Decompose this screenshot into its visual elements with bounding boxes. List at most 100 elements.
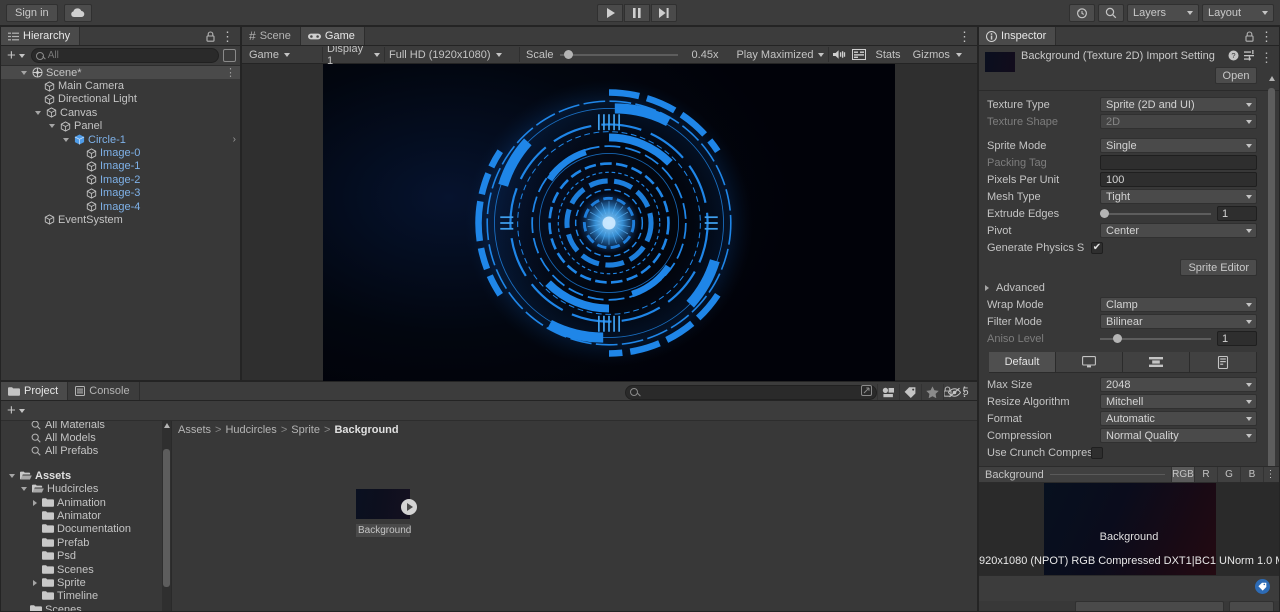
inspector-scrollbar[interactable] [1267, 76, 1276, 516]
scrollbar-thumb[interactable] [1268, 88, 1275, 488]
hierarchy-item-panel[interactable]: Panel [1, 120, 240, 133]
sprite-mode-dropdown[interactable]: Single [1100, 138, 1257, 153]
render-stats-icon[interactable] [849, 49, 869, 60]
chevron-right-icon[interactable]: › [233, 134, 236, 145]
chevron-down-icon[interactable] [49, 124, 55, 129]
asset-tile-background[interactable]: Background [356, 489, 417, 537]
project-folder-tree[interactable]: All Materials All Models All Prefabs Assets… [1, 421, 172, 611]
platform-tab-webgl[interactable] [1190, 352, 1257, 372]
project-asset-browser[interactable]: Assets > Hudcircles > Sprite > Background Back… [172, 421, 977, 611]
pause-icon[interactable] [624, 3, 650, 22]
play-icon[interactable] [597, 3, 623, 22]
breadcrumb-item-sprite[interactable]: Sprite [291, 424, 320, 436]
label-tag-icon[interactable] [1255, 579, 1270, 594]
slider-handle[interactable] [1100, 208, 1109, 218]
breadcrumb-item-hudcircles[interactable]: Hudcircles [225, 424, 276, 436]
project-tree-item-timeline[interactable]: Timeline [1, 590, 171, 603]
slider-value[interactable]: 1 [1217, 206, 1257, 221]
gizmos-button[interactable]: Gizmos [907, 49, 953, 61]
pixels-per-unit-input[interactable]: 100 [1100, 172, 1257, 187]
search-mode-icon[interactable] [861, 385, 872, 399]
project-tree-item-psd[interactable]: Psd [1, 550, 171, 563]
hierarchy-item-image-2[interactable]: Image-2 [1, 173, 240, 186]
project-tree-item-documentation[interactable]: Documentation [1, 523, 171, 536]
undo-history-icon[interactable] [1069, 3, 1095, 22]
preset-icon[interactable] [1244, 50, 1255, 64]
project-search-input[interactable] [625, 384, 877, 400]
hierarchy-item-main-camera[interactable]: Main Camera [1, 79, 240, 92]
preview-image-area[interactable]: Background 920x1080 (NPOT) RGB Compresse… [979, 483, 1279, 575]
project-tree-item-prefab[interactable]: Prefab [1, 536, 171, 549]
packing-tag-input[interactable] [1100, 155, 1257, 170]
chevron-down-icon[interactable] [63, 137, 69, 142]
hierarchy-item-eventsystem[interactable]: EventSystem [1, 213, 240, 226]
mute-audio-icon[interactable] [829, 49, 849, 60]
use-crunch-compress-checkbox[interactable] [1091, 446, 1103, 459]
search-icon[interactable] [1098, 3, 1124, 22]
project-tree-scrollbar[interactable] [162, 421, 171, 611]
chevron-right-icon[interactable] [33, 499, 37, 506]
breadcrumb[interactable]: Assets > Hudcircles > Sprite > Background [172, 421, 977, 439]
compression-dropdown[interactable]: Normal Quality [1100, 428, 1257, 443]
scrollbar-thumb[interactable] [163, 449, 170, 587]
tab-project[interactable]: Project [1, 382, 69, 400]
target-display-dropdown[interactable]: Game [245, 47, 323, 62]
aniso-level-slider[interactable]: 1 [1100, 331, 1257, 346]
kebab-menu-icon[interactable]: ⋮ [1260, 51, 1273, 64]
format-dropdown[interactable]: Automatic [1100, 411, 1257, 426]
extrude-edges-slider[interactable]: 1 [1100, 206, 1257, 221]
project-tree-item-animation[interactable]: Animation [1, 496, 171, 509]
project-tree-item-scenes[interactable]: Scenes [1, 563, 171, 576]
hidden-packages-toggle[interactable]: 5 [943, 384, 973, 400]
channel-r-button[interactable]: R [1194, 467, 1217, 482]
create-gameobject-button[interactable]: + [5, 48, 27, 63]
step-icon[interactable] [651, 3, 677, 22]
advanced-foldout[interactable]: Advanced [979, 279, 1279, 296]
hierarchy-search-input[interactable]: All [30, 48, 219, 63]
pivot-dropdown[interactable]: Center [1100, 223, 1257, 238]
chevron-down-icon[interactable] [21, 70, 27, 75]
tab-inspector[interactable]: Inspector [979, 27, 1057, 45]
play-preview-icon[interactable] [401, 499, 417, 515]
kebab-menu-icon[interactable]: ⋮ [1263, 467, 1277, 482]
open-button[interactable]: Open [1215, 67, 1257, 84]
tab-game[interactable]: Game [300, 27, 365, 45]
layout-dropdown[interactable]: Layout [1202, 3, 1274, 22]
scale-slider-handle[interactable] [563, 50, 573, 59]
help-icon[interactable]: ? [1228, 50, 1239, 64]
slider-track[interactable] [1100, 333, 1211, 343]
chevron-down-icon[interactable] [35, 110, 41, 115]
cutoff-field-2[interactable] [1228, 601, 1274, 611]
project-tree-item-all-prefabs[interactable]: All Prefabs [1, 445, 171, 458]
search-mode-icon[interactable] [223, 49, 236, 62]
kebab-menu-icon[interactable]: ⋮ [1260, 30, 1273, 43]
breadcrumb-item-assets[interactable]: Assets [178, 424, 211, 436]
wrap-mode-dropdown[interactable]: Clamp [1100, 297, 1257, 312]
lock-icon[interactable] [206, 30, 215, 42]
gizmos-chevron-down-icon[interactable] [955, 52, 962, 57]
kebab-menu-icon[interactable]: ⋮ [221, 30, 234, 43]
project-tree-item-sprite[interactable]: Sprite [1, 576, 171, 589]
chevron-right-icon[interactable] [33, 579, 37, 586]
channel-rgb-button[interactable]: RGB [1171, 467, 1194, 482]
game-render-canvas[interactable] [323, 64, 895, 382]
resize-algorithm-dropdown[interactable]: Mitchell [1100, 394, 1257, 409]
scale-slider[interactable] [559, 50, 678, 59]
cloud-icon[interactable] [63, 3, 92, 22]
generate-physics-s-checkbox[interactable]: ✔ [1091, 241, 1103, 254]
layers-dropdown[interactable]: Layers [1127, 3, 1199, 22]
slider-value[interactable]: 1 [1217, 331, 1257, 346]
lock-icon[interactable] [1245, 30, 1254, 42]
platform-tab-standalone[interactable] [1056, 352, 1123, 372]
favorites-star-icon[interactable] [921, 384, 943, 400]
hierarchy-item-directional-light[interactable]: Directional Light [1, 93, 240, 106]
hierarchy-item-circle-1[interactable]: Circle-1 › [1, 133, 240, 146]
kebab-menu-icon[interactable]: ⋮ [958, 30, 971, 43]
channel-g-button[interactable]: G [1217, 467, 1240, 482]
chevron-down-icon[interactable] [21, 487, 27, 492]
play-maximized-dropdown[interactable]: Play Maximized [732, 47, 830, 62]
hierarchy-tree[interactable]: Scene* ⋮ Main Camera Directional Light Canva… [1, 66, 240, 380]
tab-hierarchy[interactable]: Hierarchy [1, 27, 81, 45]
channel-b-button[interactable]: B [1240, 467, 1263, 482]
cutoff-field-1[interactable] [1075, 601, 1224, 611]
